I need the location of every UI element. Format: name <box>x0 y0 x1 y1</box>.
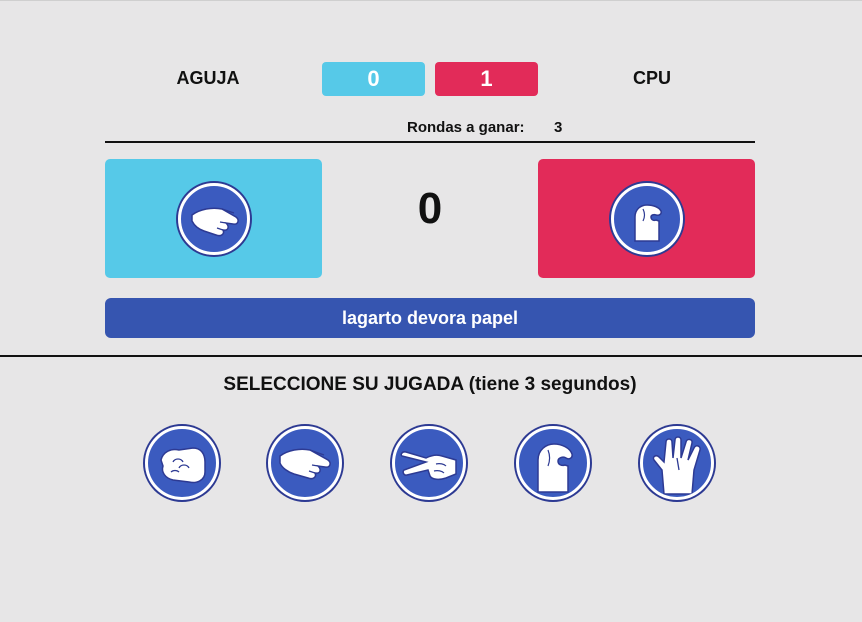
paper-hand-icon <box>177 182 250 255</box>
rock-hand-icon <box>145 426 219 500</box>
choice-scissors-button[interactable] <box>390 424 468 502</box>
choice-rock-button[interactable] <box>143 424 221 502</box>
scoreboard-divider <box>105 141 755 143</box>
spock-hand-icon <box>640 426 714 500</box>
section-divider <box>0 355 862 357</box>
cpu-name: CPU <box>632 68 671 88</box>
rounds-label: Rondas a ganar: <box>407 119 525 136</box>
result-message: lagarto devora papel <box>105 298 755 338</box>
scissors-hand-icon <box>392 426 466 500</box>
cpu-score: 1 <box>435 62 538 96</box>
paper-hand-icon <box>268 426 342 500</box>
lizard-hand-icon <box>516 426 590 500</box>
choice-lizard-button[interactable] <box>514 424 592 502</box>
player-score: 0 <box>322 62 425 96</box>
player-name: AGUJA <box>176 68 240 88</box>
lizard-hand-icon <box>610 182 683 255</box>
choice-spock-button[interactable] <box>638 424 716 502</box>
countdown-counter: 0 <box>417 184 443 233</box>
cpu-panel <box>538 159 755 278</box>
top-border <box>0 0 862 1</box>
rounds-value: 3 <box>554 119 563 136</box>
selection-prompt: SELECCIONE SU JUGADA (tiene 3 segundos) <box>223 374 637 395</box>
player-panel <box>105 159 322 278</box>
choice-paper-button[interactable] <box>266 424 344 502</box>
